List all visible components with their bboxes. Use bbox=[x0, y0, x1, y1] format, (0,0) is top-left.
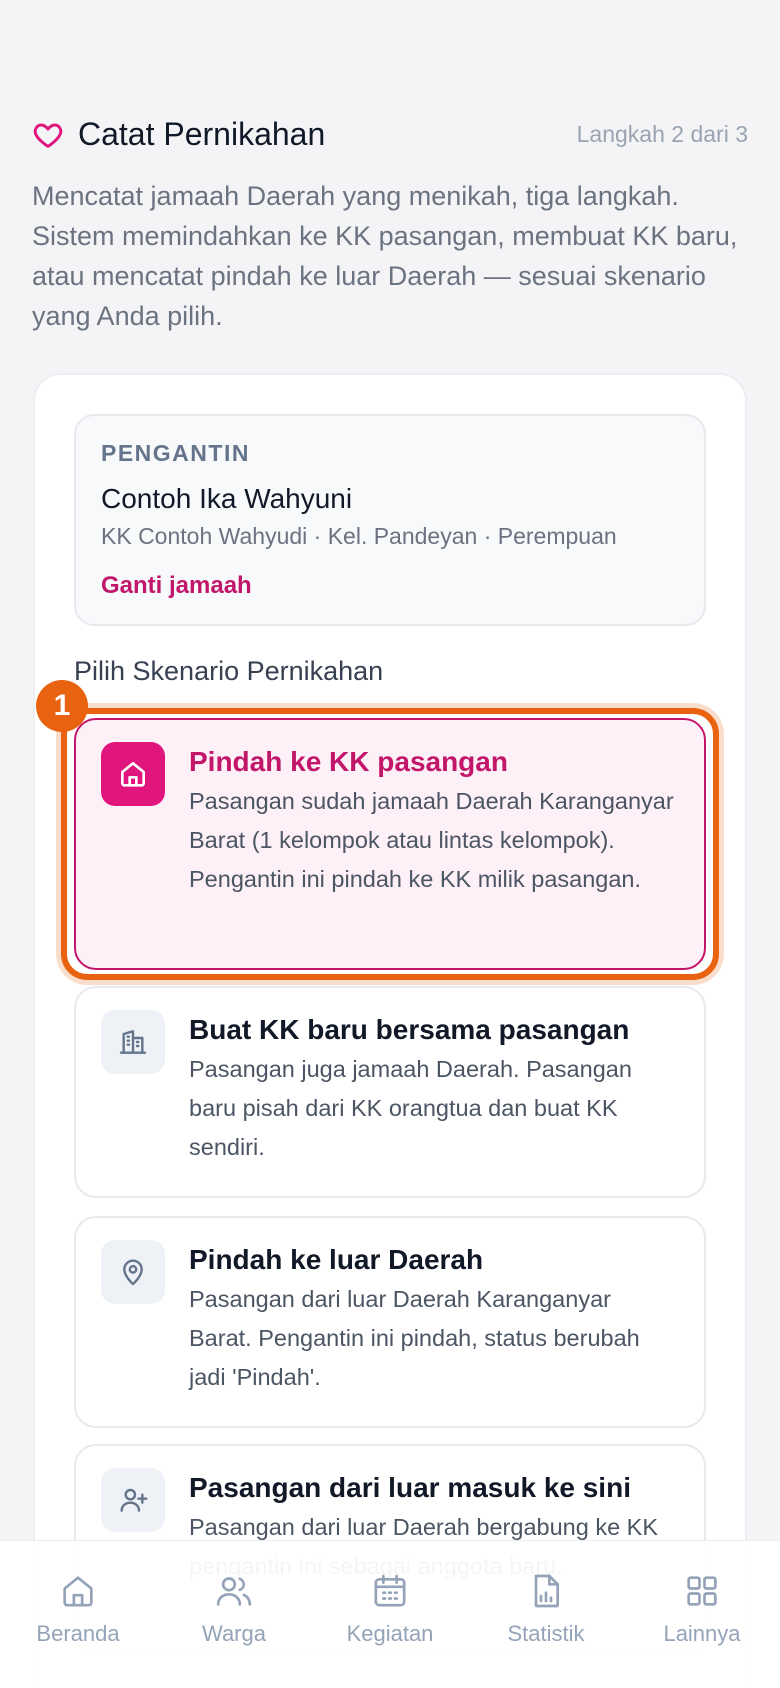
scenario-option-text: Pindah ke luar Daerah Pasangan dari luar… bbox=[189, 1240, 678, 1426]
page-title: Catat Pernikahan bbox=[78, 116, 326, 152]
users-icon bbox=[216, 1577, 252, 1606]
scenario-option-text: Buat KK baru bersama pasangan Pasangan j… bbox=[189, 1010, 678, 1196]
home-icon bbox=[101, 742, 165, 806]
step-indicator: Langkah 2 dari 3 bbox=[576, 121, 748, 147]
scenario-option-description: Pasangan sudah jamaah Daerah Karanganyar… bbox=[189, 788, 674, 892]
nav-item-statistik[interactable]: Statistik bbox=[476, 1571, 616, 1688]
heart-icon bbox=[33, 123, 63, 148]
scenario-option-new-kk[interactable]: Buat KK baru bersama pasangan Pasangan j… bbox=[74, 986, 706, 1198]
scenario-option-title: Pindah ke luar Daerah bbox=[189, 1244, 484, 1275]
header-title-group: Catat Pernikahan bbox=[32, 116, 325, 153]
bride-name: Contoh Ika Wahyuni bbox=[101, 483, 353, 514]
scenario-option-text: Pindah ke KK pasangan Pasangan sudah jam… bbox=[189, 742, 678, 968]
scenario-option-title: Pasangan dari luar masuk ke sini bbox=[189, 1472, 631, 1503]
scenario-option-move-outside[interactable]: Pindah ke luar Daerah Pasangan dari luar… bbox=[74, 1216, 706, 1428]
scenario-option-title: Buat KK baru bersama pasangan bbox=[189, 1014, 630, 1045]
page-description: Mencatat jamaah Daerah yang menikah, tig… bbox=[32, 181, 738, 331]
calendar-icon bbox=[374, 1574, 406, 1607]
scenario-option-description: Pasangan dari luar Daerah Karanganyar Ba… bbox=[189, 1286, 640, 1390]
home-icon bbox=[63, 1576, 93, 1607]
nav-label: Warga bbox=[202, 1621, 266, 1646]
building-icon bbox=[101, 1010, 165, 1074]
nav-item-warga[interactable]: Warga bbox=[164, 1571, 304, 1688]
change-member-link[interactable]: Ganti jamaah bbox=[101, 572, 252, 600]
scenario-option-move-to-partner-kk[interactable]: Pindah ke KK pasangan Pasangan sudah jam… bbox=[74, 718, 706, 970]
nav-label: Kegiatan bbox=[346, 1621, 434, 1646]
page-header: Catat Pernikahan Langkah 2 dari 3 bbox=[32, 116, 748, 153]
nav-label: Statistik bbox=[507, 1621, 585, 1646]
step-marker-badge: 1 bbox=[36, 680, 88, 732]
bride-caption: PENGANTIN bbox=[101, 440, 250, 466]
scenario-option-description: Pasangan juga jamaah Daerah. Pasangan ba… bbox=[189, 1056, 632, 1160]
nav-item-kegiatan[interactable]: Kegiatan bbox=[320, 1571, 460, 1688]
nav-label: Lainnya bbox=[663, 1621, 741, 1646]
map-pin-icon bbox=[101, 1240, 165, 1304]
nav-label: Beranda bbox=[36, 1621, 120, 1646]
bottom-navigation: Beranda Warga Kegiatan Statistik Lainnya bbox=[0, 1540, 780, 1688]
nav-item-lainnya[interactable]: Lainnya bbox=[632, 1571, 772, 1688]
grid-icon bbox=[687, 1576, 717, 1606]
bride-meta: KK Contoh Wahyudi · Kel. Pandeyan · Pere… bbox=[101, 523, 617, 549]
scenario-section-label: Pilih Skenario Pernikahan bbox=[74, 656, 384, 686]
chart-icon bbox=[534, 1574, 559, 1608]
nav-item-beranda[interactable]: Beranda bbox=[8, 1571, 148, 1688]
scenario-option-title: Pindah ke KK pasangan bbox=[189, 746, 508, 777]
user-plus-icon bbox=[101, 1468, 165, 1532]
bride-summary: PENGANTIN Contoh Ika Wahyuni KK Contoh W… bbox=[74, 414, 706, 626]
